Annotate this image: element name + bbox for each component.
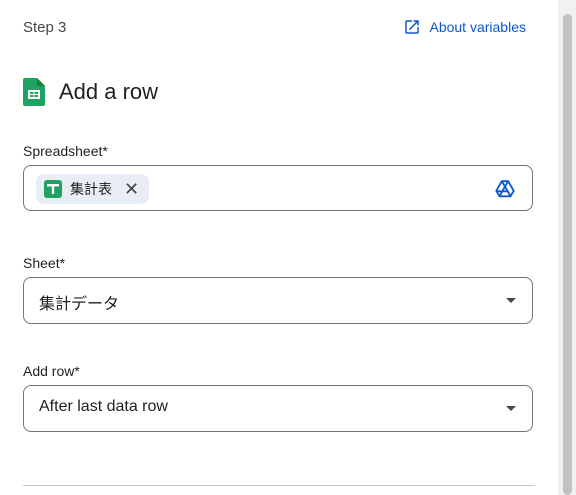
google-sheets-icon [44, 180, 62, 198]
action-header: Add a row [23, 78, 158, 106]
sheet-select[interactable]: 集計データ [23, 277, 533, 324]
spreadsheet-label: Spreadsheet* [23, 143, 108, 159]
close-icon[interactable]: ✕ [124, 180, 139, 198]
step-label: Step 3 [23, 19, 67, 36]
about-variables-label: About variables [429, 19, 526, 35]
divider [23, 485, 535, 486]
action-title: Add a row [59, 79, 159, 104]
add-row-select[interactable]: After last data row [23, 385, 533, 432]
sheet-select-value: 集計データ [39, 296, 120, 313]
dropdown-arrow-icon [506, 406, 516, 411]
step-panel: Step 3 About variables Add a row Spreads… [0, 0, 558, 495]
spreadsheet-chip[interactable]: 集計表 ✕ [36, 174, 150, 204]
google-drive-icon[interactable] [494, 178, 516, 200]
sheet-label: Sheet* [23, 255, 66, 271]
add-row-label: Add row* [23, 363, 80, 379]
spreadsheet-chip-label: 集計表 [70, 181, 112, 197]
google-sheets-icon [23, 78, 45, 106]
about-variables-link[interactable]: About variables [403, 18, 526, 36]
scrollbar-thumb[interactable] [563, 14, 572, 495]
spreadsheet-field[interactable]: 集計表 ✕ [23, 165, 533, 211]
dropdown-arrow-icon [506, 298, 516, 303]
scrollbar-track[interactable] [558, 0, 576, 495]
open-in-new-icon [405, 20, 420, 34]
add-row-select-value: After last data row [39, 398, 168, 415]
